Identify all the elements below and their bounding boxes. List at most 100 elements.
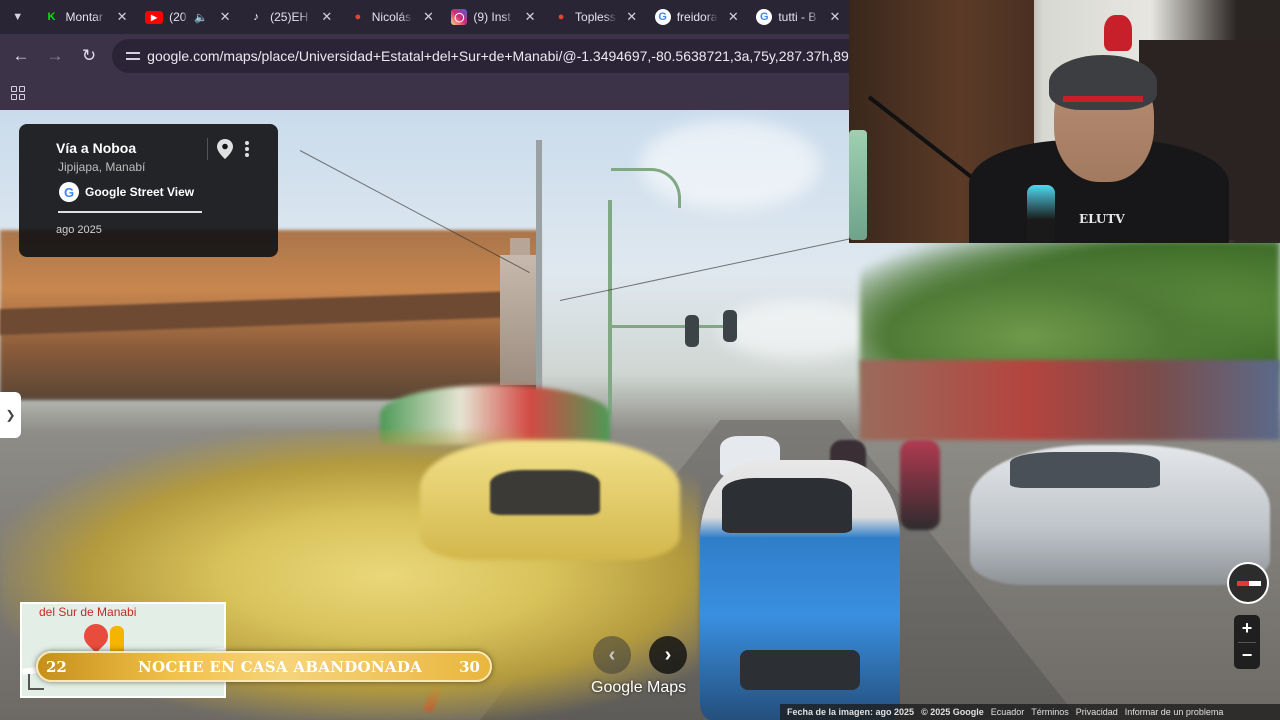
previous-image-button[interactable]: ‹ — [593, 636, 631, 674]
chevron-down-icon: ▼ — [12, 11, 24, 23]
silver-car-window — [1010, 452, 1160, 488]
cam-figurine — [1104, 15, 1132, 51]
close-icon[interactable]: ✕ — [826, 9, 844, 25]
microphone — [1027, 185, 1055, 243]
next-image-button[interactable]: › — [649, 636, 687, 674]
pedestrian — [900, 440, 940, 530]
church-tower — [500, 255, 540, 385]
utility-pole — [536, 140, 542, 400]
cap-band — [1063, 96, 1143, 102]
divider — [207, 138, 208, 160]
chevron-right-icon: › — [664, 643, 672, 666]
google-icon: G — [654, 9, 671, 25]
more-options-icon[interactable] — [245, 141, 249, 157]
back-button[interactable]: ← — [4, 39, 38, 73]
shirt-print: ELUTV — [1079, 212, 1125, 226]
street-lamp-pole — [608, 200, 612, 415]
chevron-left-icon: ‹ — [608, 643, 616, 666]
browser-tab[interactable]: G freidora ✕ — [647, 0, 749, 34]
taxi-grille — [740, 650, 860, 690]
goal-target: 30 — [459, 658, 480, 676]
close-icon[interactable]: ✕ — [318, 9, 336, 25]
address-bar[interactable]: google.com/maps/place/Universidad+Estata… — [112, 39, 850, 73]
taxi-window — [722, 478, 852, 533]
arrow-right-icon: → — [46, 46, 64, 65]
close-icon[interactable]: ✕ — [419, 9, 437, 25]
tiktok-icon: ♪ — [253, 11, 259, 23]
arrow-left-icon: ← — [12, 46, 30, 65]
zoom-in-button[interactable]: + — [1234, 615, 1260, 642]
browser-tab[interactable]: ● Nicolás ✕ — [342, 0, 444, 34]
google-maps-wordmark: Google Maps — [591, 679, 687, 696]
tab-title: Topless — [575, 10, 616, 24]
minimap-label: del Sur de Manabi — [39, 605, 137, 619]
map-footer: Fecha de la imagen: ago 2025 © 2025 Goog… — [780, 704, 1280, 720]
place-title: Vía a Noboa — [56, 140, 137, 156]
google-logo-icon: G — [59, 182, 79, 202]
tab-title: (20) — [169, 10, 189, 24]
image-date: Fecha de la imagen: ago 2025 — [787, 707, 915, 717]
tab-title: Montar — [65, 10, 103, 24]
youtube-icon: ▶ — [145, 10, 164, 24]
maps-pin-icon: ● — [354, 11, 362, 23]
cloud — [720, 300, 880, 360]
close-icon[interactable]: ✕ — [216, 9, 234, 25]
close-icon[interactable]: ✕ — [113, 9, 131, 25]
report-problem-link[interactable]: Informar de un problema — [1125, 707, 1224, 717]
browser-tab[interactable]: ● Topless ✕ — [545, 0, 647, 34]
reload-icon: ↻ — [81, 46, 97, 65]
privacy-link[interactable]: Privacidad — [1076, 707, 1118, 717]
place-subtitle: Jipijapa, Manabí — [58, 160, 146, 174]
bookmarks-bar — [0, 78, 850, 110]
browser-toolbar: ← → ↻ google.com/maps/place/Universidad+… — [0, 34, 850, 78]
divider — [58, 211, 202, 213]
chevron-right-icon: ❯ — [5, 408, 16, 422]
maps-pin-icon: ● — [557, 11, 565, 23]
stream-goal-banner: 22 NOCHE EN CASA ABANDONADA 30 — [36, 651, 492, 682]
divider — [1238, 642, 1256, 643]
browser-tab[interactable]: ♪ (25)EH ✕ — [240, 0, 342, 34]
google-icon: G — [756, 9, 773, 25]
forward-button[interactable]: → — [38, 39, 72, 73]
terms-link[interactable]: Términos — [1031, 707, 1069, 717]
location-pin-icon[interactable] — [217, 139, 233, 159]
car-window — [490, 470, 600, 515]
url-text[interactable]: google.com/maps/place/Universidad+Estata… — [147, 48, 850, 64]
signal-arm — [612, 325, 732, 328]
country-link[interactable]: Ecuador — [991, 707, 1025, 717]
screen: ▼ K Montar ✕ ▶ (20) 🔈 ✕ ♪ (25)EH ✕ ● Nic… — [0, 0, 1280, 720]
capture-date[interactable]: ago 2025 — [56, 224, 102, 236]
power-line — [559, 237, 854, 301]
browser-tab[interactable]: G tutti - B ✕ — [748, 0, 850, 34]
expand-panel-button[interactable]: ❯ — [0, 392, 21, 438]
tab-title: (25)EH — [270, 10, 309, 24]
browser-tab[interactable]: ▶ (20) 🔈 ✕ — [137, 0, 240, 34]
instagram-icon: ◯ — [451, 9, 468, 25]
close-icon[interactable]: ✕ — [724, 9, 742, 25]
traffic-light — [685, 315, 699, 347]
tab-title: (9) Inst — [473, 10, 511, 24]
compass-needle-icon — [1237, 581, 1261, 586]
webcam-overlay: ELUTV — [849, 0, 1280, 243]
cam-bottle — [849, 130, 867, 240]
browser-tab[interactable]: ◯ (9) Inst ✕ — [443, 0, 545, 34]
goal-current: 22 — [46, 658, 67, 676]
tab-title: freidora — [676, 10, 718, 24]
tab-search-button[interactable]: ▼ — [0, 0, 35, 34]
place-pin-icon — [79, 619, 113, 653]
reload-button[interactable]: ↻ — [72, 39, 106, 73]
close-icon[interactable]: ✕ — [623, 9, 641, 25]
zoom-out-button[interactable]: − — [1234, 642, 1260, 669]
speaker-icon[interactable]: 🔈 — [194, 11, 208, 24]
apps-icon[interactable] — [11, 86, 25, 100]
goal-title: NOCHE EN CASA ABANDONADA — [138, 658, 423, 676]
zoom-control: + − — [1234, 615, 1260, 669]
close-icon[interactable]: ✕ — [521, 9, 539, 25]
shops-right — [860, 360, 1280, 440]
site-info-icon[interactable] — [126, 50, 141, 62]
compass-button[interactable] — [1227, 562, 1269, 604]
browser-tab[interactable]: K Montar ✕ — [35, 0, 137, 34]
k-logo-icon: K — [47, 11, 56, 23]
street-view-source[interactable]: Google Street View — [85, 185, 194, 199]
minimap[interactable]: del Sur de Manabi — [20, 602, 226, 698]
